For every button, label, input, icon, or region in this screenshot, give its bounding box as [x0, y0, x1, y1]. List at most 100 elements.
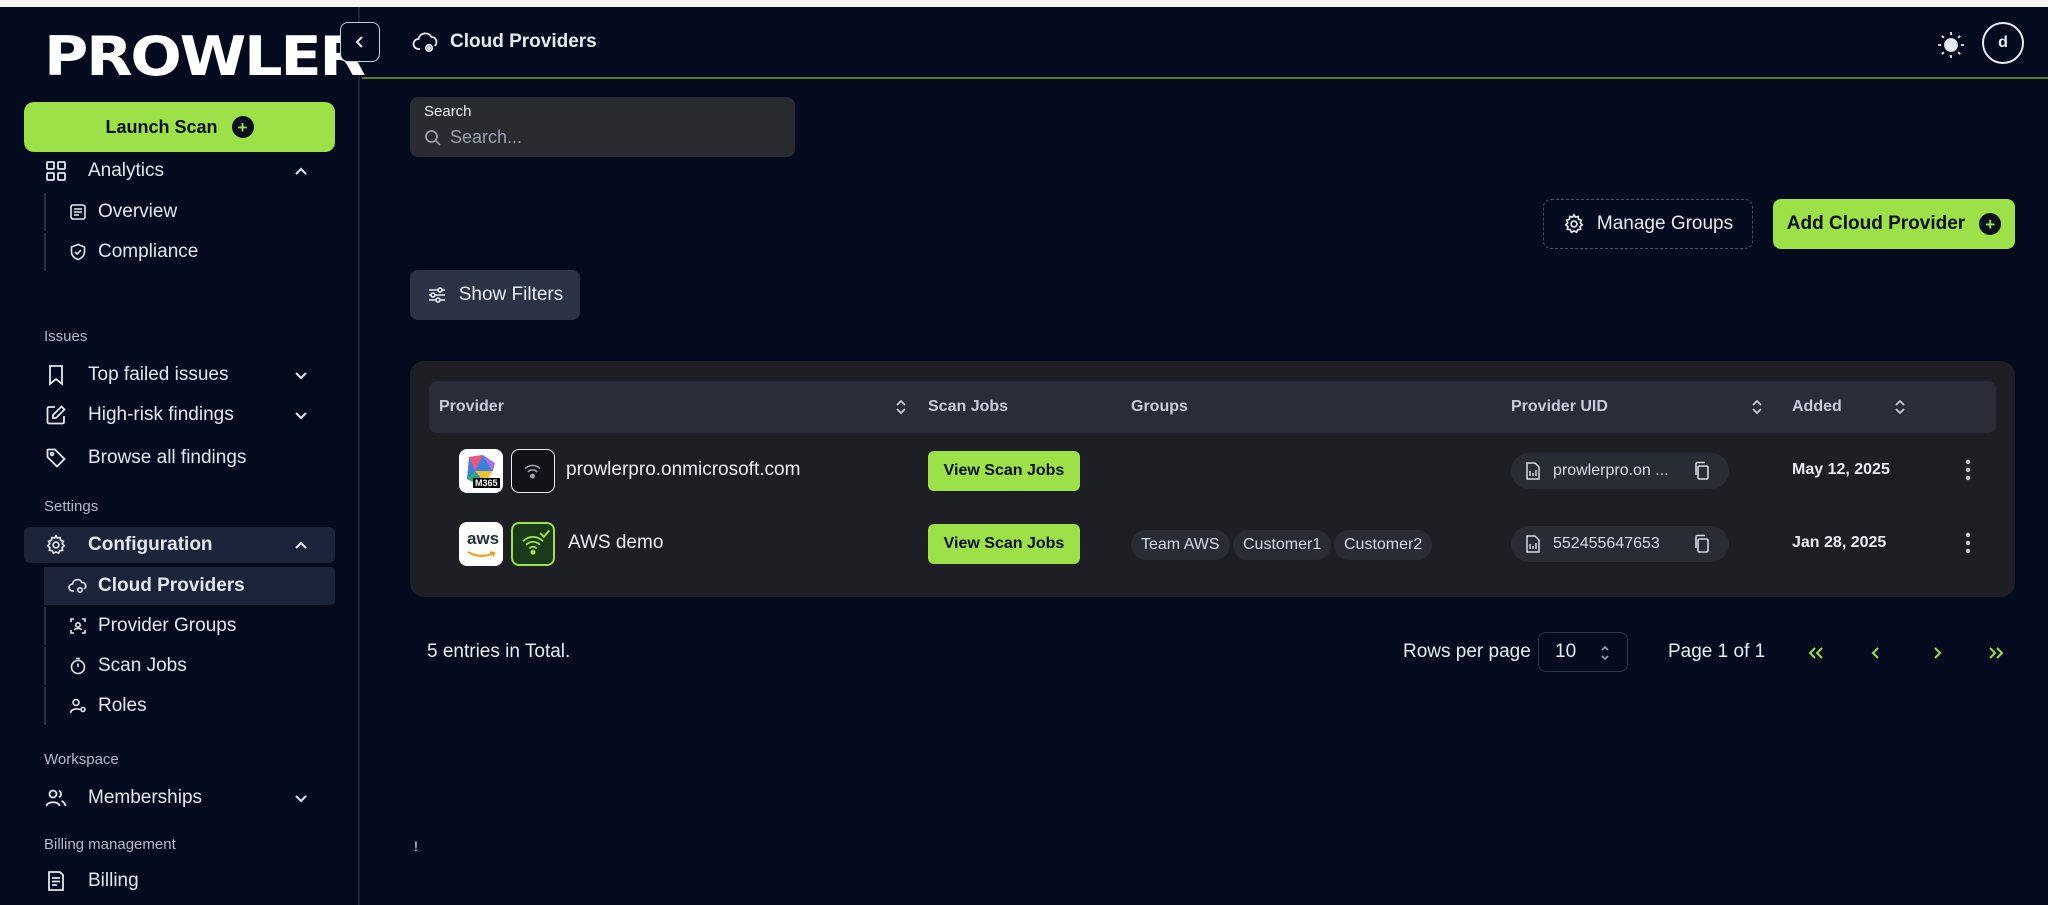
add-provider-label: Add Cloud Provider [1786, 213, 1966, 234]
stray-mark: ! [414, 838, 418, 854]
sidebar-item-label: Cloud Providers [98, 575, 245, 596]
sun-icon[interactable] [1936, 30, 1966, 60]
column-header-provider-uid[interactable]: Provider UID [1511, 381, 1608, 433]
top-strip [0, 0, 2048, 7]
sidebar: PROWLER Launch Scan + Analytics Overview… [0, 7, 366, 905]
show-filters-button[interactable]: Show Filters [410, 270, 580, 320]
provider-name: prowlerpro.onmicrosoft.com [566, 459, 801, 480]
sidebar-item-top-failed[interactable]: Top failed issues [24, 357, 335, 393]
group-chip: Customer2 [1334, 530, 1433, 560]
document-icon [68, 202, 88, 222]
avatar[interactable]: d [1982, 22, 2024, 64]
aws-logo-icon: aws [459, 522, 503, 566]
sidebar-item-label: Provider Groups [98, 615, 237, 636]
edit-icon [44, 403, 68, 427]
sidebar-item-label: Browse all findings [88, 447, 247, 468]
sidebar-item-label: High-risk findings [88, 404, 234, 425]
view-scan-jobs-button[interactable]: View Scan Jobs [928, 524, 1080, 564]
launch-scan-label: Launch Scan [105, 116, 218, 137]
sort-icon[interactable] [1893, 398, 1907, 416]
shield-check-icon [68, 242, 88, 262]
section-label-billing: Billing management [44, 836, 176, 853]
provider-name: AWS demo [568, 532, 664, 553]
rows-per-page-label: Rows per page [1403, 641, 1531, 662]
next-page-button[interactable] [1922, 638, 1952, 668]
providers-table: Provider Scan Jobs Groups Provider UID A… [410, 361, 2015, 597]
sidebar-item-cloud-providers[interactable]: Cloud Providers [44, 567, 335, 605]
logo-text: PROWLER [44, 25, 366, 88]
chevron-left-icon [1871, 647, 1879, 659]
first-page-button[interactable] [1801, 638, 1831, 668]
sidebar-item-memberships[interactable]: Memberships [24, 780, 335, 816]
sidebar-item-label: Overview [98, 201, 178, 222]
entries-total: 5 entries in Total. [427, 641, 571, 662]
section-label-issues: Issues [44, 328, 88, 345]
gear-icon [44, 533, 68, 557]
chevrons-right-icon [1989, 647, 2004, 659]
copy-icon[interactable] [1693, 461, 1711, 481]
column-header-provider[interactable]: Provider [439, 381, 504, 433]
gear-icon [1564, 213, 1584, 234]
chevron-left-icon [355, 36, 363, 48]
manage-groups-button[interactable]: Manage Groups [1543, 199, 1753, 249]
added-date: Jan 28, 2025 [1792, 534, 1887, 551]
group-scan-icon [68, 616, 88, 636]
sidebar-item-compliance[interactable]: Compliance [44, 233, 335, 271]
sort-icon[interactable] [1750, 398, 1764, 416]
connection-status-icon [511, 449, 555, 493]
search-label: Search [424, 103, 472, 120]
sliders-icon [428, 287, 445, 303]
sidebar-item-scan-jobs[interactable]: Scan Jobs [44, 647, 335, 685]
users-icon [44, 786, 68, 810]
cloud-gear-icon [68, 576, 88, 596]
m365-logo-icon: M365 [459, 449, 503, 493]
show-filters-label: Show Filters [458, 284, 564, 305]
column-header-groups: Groups [1131, 398, 1188, 415]
document-icon [1526, 462, 1540, 480]
sidebar-item-roles[interactable]: Roles [44, 687, 335, 725]
chevron-down-icon [295, 412, 307, 420]
previous-page-button[interactable] [1861, 638, 1891, 668]
search-icon [425, 130, 441, 146]
sidebar-item-label: Compliance [98, 241, 199, 262]
rows-per-page-select[interactable]: 10 [1538, 632, 1628, 672]
manage-groups-label: Manage Groups [1596, 213, 1734, 234]
section-label-settings: Settings [44, 498, 99, 515]
view-scan-jobs-button[interactable]: View Scan Jobs [928, 451, 1080, 491]
more-options-icon[interactable] [1961, 531, 1975, 555]
launch-scan-button[interactable]: Launch Scan + [24, 102, 335, 152]
sidebar-item-overview[interactable]: Overview [44, 193, 335, 231]
sidebar-item-label: Scan Jobs [98, 655, 187, 676]
cloud-gear-icon [412, 32, 438, 53]
more-options-icon[interactable] [1961, 458, 1975, 482]
search-input[interactable] [450, 125, 780, 149]
sidebar-item-browse-all[interactable]: Browse all findings [24, 440, 335, 476]
sidebar-item-configuration[interactable]: Configuration [24, 527, 335, 563]
sidebar-item-billing[interactable]: Billing [24, 863, 335, 899]
chevron-up-icon [295, 541, 307, 549]
receipt-icon [44, 869, 68, 893]
chevron-down-icon [295, 795, 307, 803]
document-icon [1526, 535, 1540, 553]
sort-icon[interactable] [894, 398, 908, 416]
page-indicator: Page 1 of 1 [1668, 641, 1766, 662]
last-page-button[interactable] [1981, 638, 2011, 668]
connection-status-icon [511, 522, 555, 566]
collapse-sidebar-button[interactable] [340, 22, 380, 62]
grid-icon [44, 159, 68, 183]
sidebar-item-label: Roles [98, 695, 147, 716]
prowler-logo: PROWLER [44, 29, 366, 85]
table-header: Provider Scan Jobs Groups Provider UID A… [429, 381, 1996, 433]
sidebar-item-high-risk[interactable]: High-risk findings [24, 397, 335, 433]
column-header-added[interactable]: Added [1792, 381, 1842, 433]
page-title: Cloud Providers [450, 31, 597, 52]
sidebar-item-label: Top failed issues [88, 364, 229, 385]
sidebar-item-analytics[interactable]: Analytics [24, 153, 335, 189]
add-cloud-provider-button[interactable]: Add Cloud Provider + [1773, 199, 2015, 249]
sidebar-item-label: Analytics [88, 160, 165, 181]
rows-per-page-value: 10 [1555, 641, 1577, 662]
m365-label: M365 [473, 478, 500, 488]
copy-icon[interactable] [1693, 534, 1711, 554]
sidebar-item-provider-groups[interactable]: Provider Groups [44, 607, 335, 645]
section-label-workspace: Workspace [44, 751, 119, 768]
